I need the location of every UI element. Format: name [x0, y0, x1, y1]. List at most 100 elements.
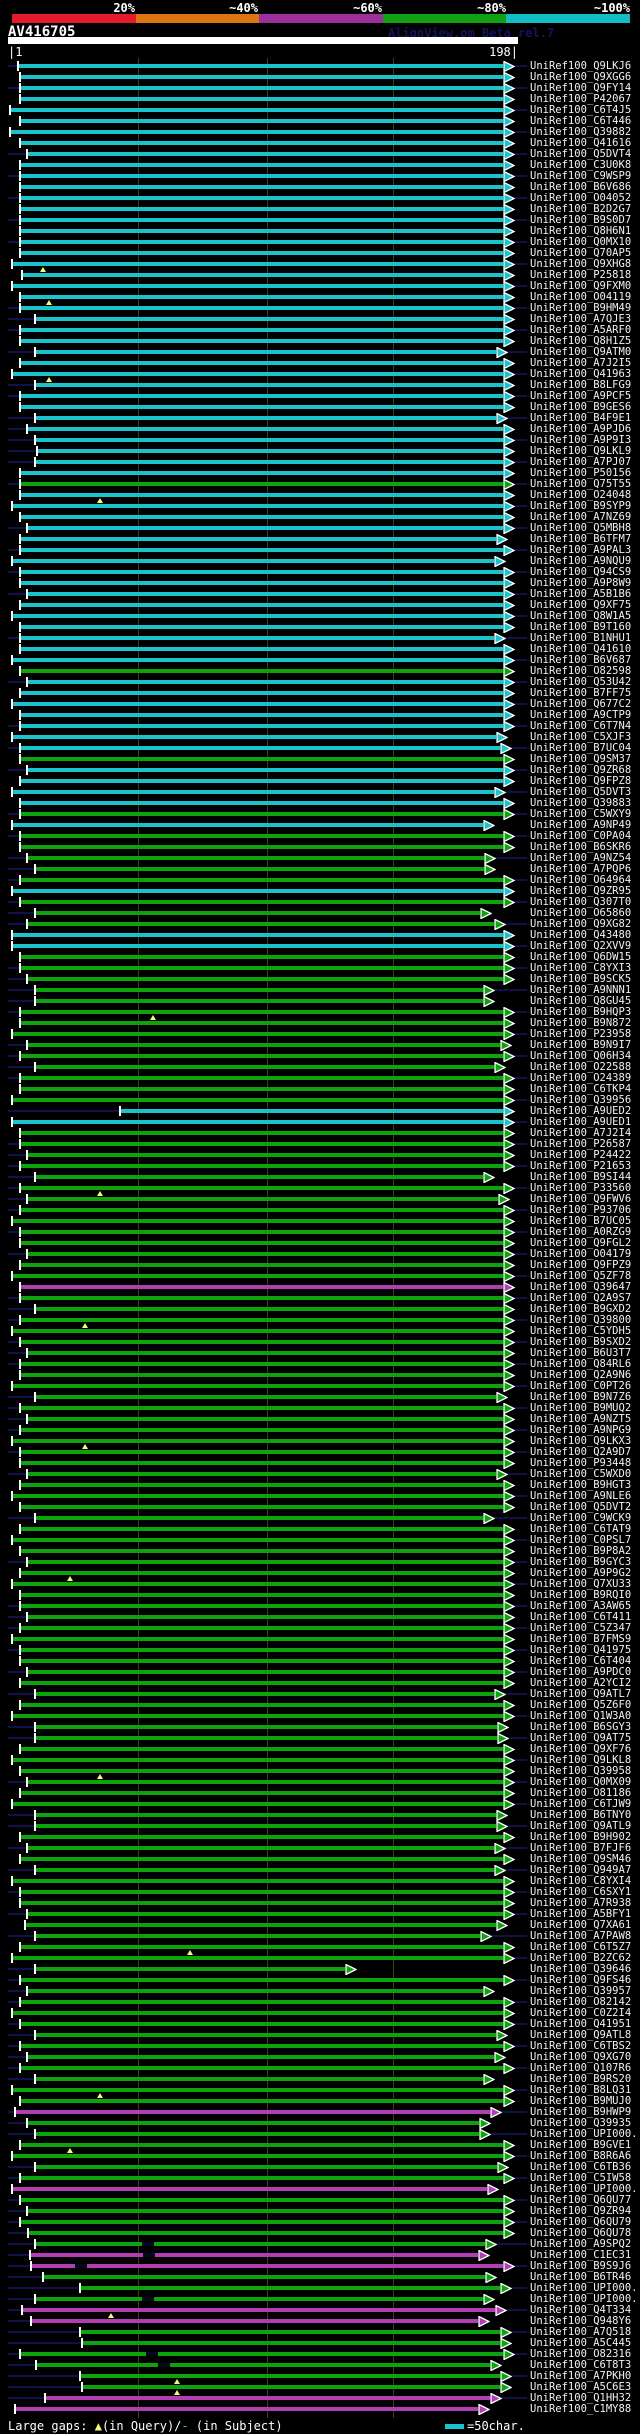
alignment-bar[interactable]: [20, 2352, 503, 2356]
alignment-bar[interactable]: [20, 1263, 503, 1267]
alignment-bar[interactable]: [35, 2165, 497, 2169]
alignment-bar[interactable]: [12, 1032, 503, 1036]
alignment-bar[interactable]: [20, 779, 503, 783]
alignment-bar[interactable]: [12, 2154, 503, 2158]
alignment-bar[interactable]: [27, 1846, 494, 1850]
alignment-bar[interactable]: [27, 152, 503, 156]
alignment-bar[interactable]: [80, 2286, 500, 2290]
alignment-bar[interactable]: [80, 2374, 500, 2378]
alignment-bar[interactable]: [35, 2297, 483, 2301]
alignment-bar[interactable]: [35, 2033, 496, 2037]
alignment-bar[interactable]: [20, 1450, 503, 1454]
alignment-bar[interactable]: [12, 2011, 503, 2015]
alignment-bar[interactable]: [20, 537, 496, 541]
alignment-bar[interactable]: [12, 1758, 503, 1762]
alignment-bar[interactable]: [20, 746, 500, 750]
alignment-bar[interactable]: [20, 1021, 503, 1025]
alignment-bar[interactable]: [35, 1065, 494, 1069]
alignment-bar[interactable]: [27, 1043, 500, 1047]
alignment-bar[interactable]: [12, 944, 503, 948]
alignment-bar[interactable]: [27, 1417, 503, 1421]
alignment-bar[interactable]: [35, 1813, 496, 1817]
alignment-bar[interactable]: [10, 130, 503, 134]
alignment-bar[interactable]: [20, 405, 503, 409]
alignment-bar[interactable]: [12, 262, 503, 266]
alignment-bar[interactable]: [20, 1010, 503, 1014]
alignment-bar[interactable]: [12, 889, 503, 893]
alignment-bar[interactable]: [20, 900, 503, 904]
alignment-bar[interactable]: [45, 2396, 490, 2400]
alignment-bar[interactable]: [35, 1934, 480, 1938]
alignment-bar[interactable]: [20, 548, 503, 552]
alignment-bar[interactable]: [20, 713, 503, 717]
alignment-bar[interactable]: [12, 1439, 503, 1443]
alignment-bar[interactable]: [12, 2187, 487, 2191]
alignment-bar[interactable]: [12, 735, 496, 739]
alignment-bar[interactable]: [10, 108, 503, 112]
alignment-bar[interactable]: [20, 240, 503, 244]
alignment-bar[interactable]: [12, 933, 503, 937]
alignment-bar[interactable]: [20, 1054, 503, 1058]
alignment-bar[interactable]: [20, 1769, 503, 1773]
alignment-bar[interactable]: [20, 229, 503, 233]
alignment-bar[interactable]: [20, 1340, 503, 1344]
alignment-bar[interactable]: [15, 2407, 478, 2411]
alignment-bar[interactable]: [20, 2143, 503, 2147]
alignment-bar[interactable]: [20, 295, 503, 299]
alignment-bar[interactable]: [20, 218, 503, 222]
alignment-bar[interactable]: [35, 2242, 485, 2246]
alignment-bar[interactable]: [12, 1384, 503, 1388]
alignment-bar[interactable]: [20, 163, 503, 167]
alignment-bar[interactable]: [20, 1373, 503, 1377]
alignment-bar[interactable]: [27, 427, 503, 431]
alignment-bar[interactable]: [20, 691, 503, 695]
alignment-bar[interactable]: [31, 2319, 478, 2323]
alignment-bar[interactable]: [12, 1274, 503, 1278]
alignment-bar[interactable]: [20, 1659, 503, 1663]
alignment-bar[interactable]: [20, 1978, 503, 1982]
alignment-bar[interactable]: [25, 1923, 496, 1927]
alignment-bar[interactable]: [20, 801, 503, 805]
alignment-bar[interactable]: [20, 1318, 503, 1322]
alignment-bar[interactable]: [20, 647, 503, 651]
alignment-bar[interactable]: [12, 504, 503, 508]
alignment-bar[interactable]: [35, 350, 496, 354]
alignment-bar[interactable]: [20, 812, 503, 816]
alignment-bar[interactable]: [20, 1747, 503, 1751]
alignment-bar[interactable]: [20, 1505, 503, 1509]
alignment-bar[interactable]: [20, 1406, 503, 1410]
alignment-bar[interactable]: [20, 394, 503, 398]
alignment-bar[interactable]: [35, 2077, 483, 2081]
alignment-bar[interactable]: [35, 1725, 497, 1729]
alignment-bar[interactable]: [20, 1571, 503, 1575]
alignment-bar[interactable]: [20, 1626, 503, 1630]
alignment-bar[interactable]: [27, 526, 503, 530]
alignment-bar[interactable]: [20, 251, 503, 255]
alignment-bar[interactable]: [27, 1560, 503, 1564]
alignment-bar[interactable]: [27, 2055, 494, 2059]
alignment-bar[interactable]: [20, 1186, 503, 1190]
alignment-bar[interactable]: [35, 999, 483, 1003]
alignment-bar[interactable]: [20, 493, 503, 497]
alignment-bar[interactable]: [36, 2363, 490, 2367]
alignment-bar[interactable]: [20, 669, 503, 673]
alignment-bar[interactable]: [20, 1890, 503, 1894]
alignment-bar[interactable]: [20, 1945, 503, 1949]
alignment-bar[interactable]: [22, 2308, 495, 2312]
alignment-bar[interactable]: [35, 1868, 494, 1872]
alignment-bar[interactable]: [15, 2110, 490, 2114]
alignment-bar[interactable]: [27, 592, 503, 596]
alignment-bar[interactable]: [20, 1593, 503, 1597]
alignment-bar[interactable]: [20, 1076, 503, 1080]
alignment-bar[interactable]: [12, 1219, 503, 1223]
alignment-bar[interactable]: [20, 581, 503, 585]
alignment-bar[interactable]: [35, 1307, 503, 1311]
alignment-bar[interactable]: [20, 1362, 503, 1366]
alignment-bar[interactable]: [80, 2330, 500, 2334]
alignment-bar[interactable]: [12, 1329, 503, 1333]
alignment-bar[interactable]: [20, 174, 503, 178]
alignment-bar[interactable]: [27, 1197, 498, 1201]
alignment-bar[interactable]: [20, 1604, 503, 1608]
alignment-bar[interactable]: [12, 823, 483, 827]
alignment-bar[interactable]: [20, 2198, 503, 2202]
